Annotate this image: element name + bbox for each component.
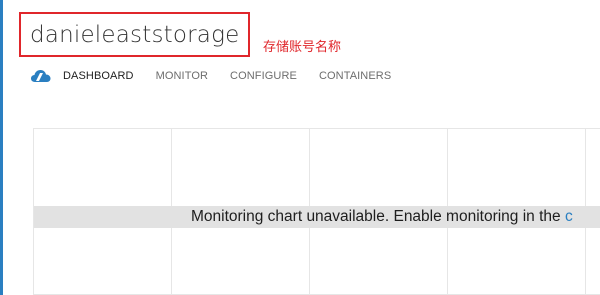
storage-cloud-icon[interactable] [31, 68, 51, 84]
tab-containers[interactable]: CONTAINERS [319, 70, 391, 82]
tab-dashboard[interactable]: DASHBOARD [63, 70, 134, 82]
tab-bar: DASHBOARD MONITOR CONFIGURE CONTAINERS [31, 66, 413, 86]
chart-message-text: Monitoring chart unavailable. Enable mon… [191, 208, 565, 225]
tab-configure[interactable]: CONFIGURE [230, 70, 297, 82]
left-edge-bar [0, 0, 3, 295]
chart-grid: Monitoring chart unavailable. Enable mon… [34, 129, 600, 295]
chart-unavailable-message: Monitoring chart unavailable. Enable mon… [191, 207, 573, 227]
monitoring-chart-placeholder: Monitoring chart unavailable. Enable mon… [33, 128, 600, 295]
tab-monitor[interactable]: MONITOR [156, 70, 208, 82]
account-name-annotation: 存储账号名称 [263, 40, 342, 55]
configure-link[interactable]: c [565, 208, 573, 225]
account-name-title: danieleaststorage [30, 21, 240, 48]
storage-dashboard-page: danieleaststorage 存储账号名称 DASHBOARD MONIT… [0, 0, 600, 295]
account-name-highlight: danieleaststorage [19, 12, 250, 57]
